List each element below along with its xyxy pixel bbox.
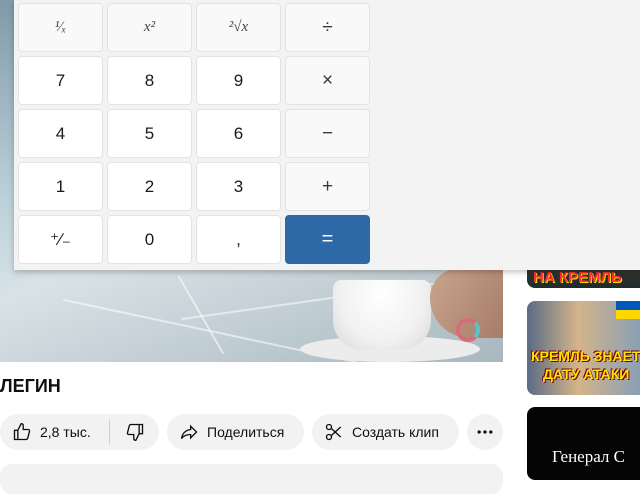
calculator-window: ¹⁄ₓ x² ²√x ÷ 7 8 9 × 4 5 6− 1 2 3 + ⁺∕₋ 0, =: [14, 0, 640, 270]
divide-key[interactable]: ÷: [285, 3, 370, 52]
more-actions-button[interactable]: [467, 414, 503, 450]
flag-image: [616, 301, 640, 319]
like-button[interactable]: 2,8 тыс.: [0, 414, 109, 450]
zero-key[interactable]: 0: [107, 215, 192, 264]
thumbs-up-icon: [13, 422, 31, 441]
channel-logo-icon: [456, 318, 480, 342]
two-key[interactable]: 2: [107, 162, 192, 211]
decimal-key[interactable]: ,: [196, 215, 281, 264]
scissors-icon: [325, 423, 342, 441]
reciprocal-key[interactable]: ¹⁄ₓ: [18, 3, 103, 52]
create-clip-button[interactable]: Создать клип: [312, 414, 459, 450]
recommended-video-thumbnail[interactable]: КРЕМЛЬ ЗНАЕТ ДАТУ АТАКИ: [527, 301, 640, 395]
seven-key[interactable]: 7: [18, 56, 103, 105]
create-clip-label: Создать клип: [352, 424, 439, 440]
thumbnail-caption: НА КРЕМЛЬ: [533, 269, 622, 286]
like-count: 2,8 тыс.: [40, 424, 91, 440]
share-label: Поделиться: [207, 424, 285, 440]
equals-key[interactable]: =: [285, 215, 370, 264]
video-title: ЛЕГИН: [0, 376, 61, 396]
four-key[interactable]: 4: [18, 109, 103, 158]
eight-key[interactable]: 8: [107, 56, 192, 105]
description-box[interactable]: [0, 464, 503, 494]
one-key[interactable]: 1: [18, 162, 103, 211]
teacup-image: [333, 280, 431, 350]
thumbnail-caption: КРЕМЛЬ ЗНАЕТ ДАТУ АТАКИ: [531, 347, 640, 383]
six-key[interactable]: 6: [196, 109, 281, 158]
thumbnail-caption-line1: КРЕМЛЬ ЗНАЕТ: [531, 348, 640, 364]
add-key[interactable]: +: [285, 162, 370, 211]
recommended-video-thumbnail[interactable]: Генерал С: [527, 407, 640, 480]
like-dislike-group: 2,8 тыс.: [0, 414, 159, 450]
negate-key[interactable]: ⁺∕₋: [18, 215, 103, 264]
multiply-key[interactable]: ×: [285, 56, 370, 105]
subtract-key[interactable]: −: [285, 109, 370, 158]
five-key[interactable]: 5: [107, 109, 192, 158]
square-key[interactable]: x²: [107, 3, 192, 52]
thumbnail-caption-line2: ДАТУ АТАКИ: [543, 366, 630, 382]
thumbs-down-icon: [126, 423, 143, 442]
more-horizontal-icon: [477, 430, 493, 434]
share-icon: [180, 424, 198, 440]
nine-key[interactable]: 9: [196, 56, 281, 105]
three-key[interactable]: 3: [196, 162, 281, 211]
square-root-key[interactable]: ²√x: [196, 3, 281, 52]
thumbnail-caption: Генерал С: [552, 447, 625, 466]
share-button[interactable]: Поделиться: [167, 414, 304, 450]
dislike-button[interactable]: [110, 414, 159, 450]
